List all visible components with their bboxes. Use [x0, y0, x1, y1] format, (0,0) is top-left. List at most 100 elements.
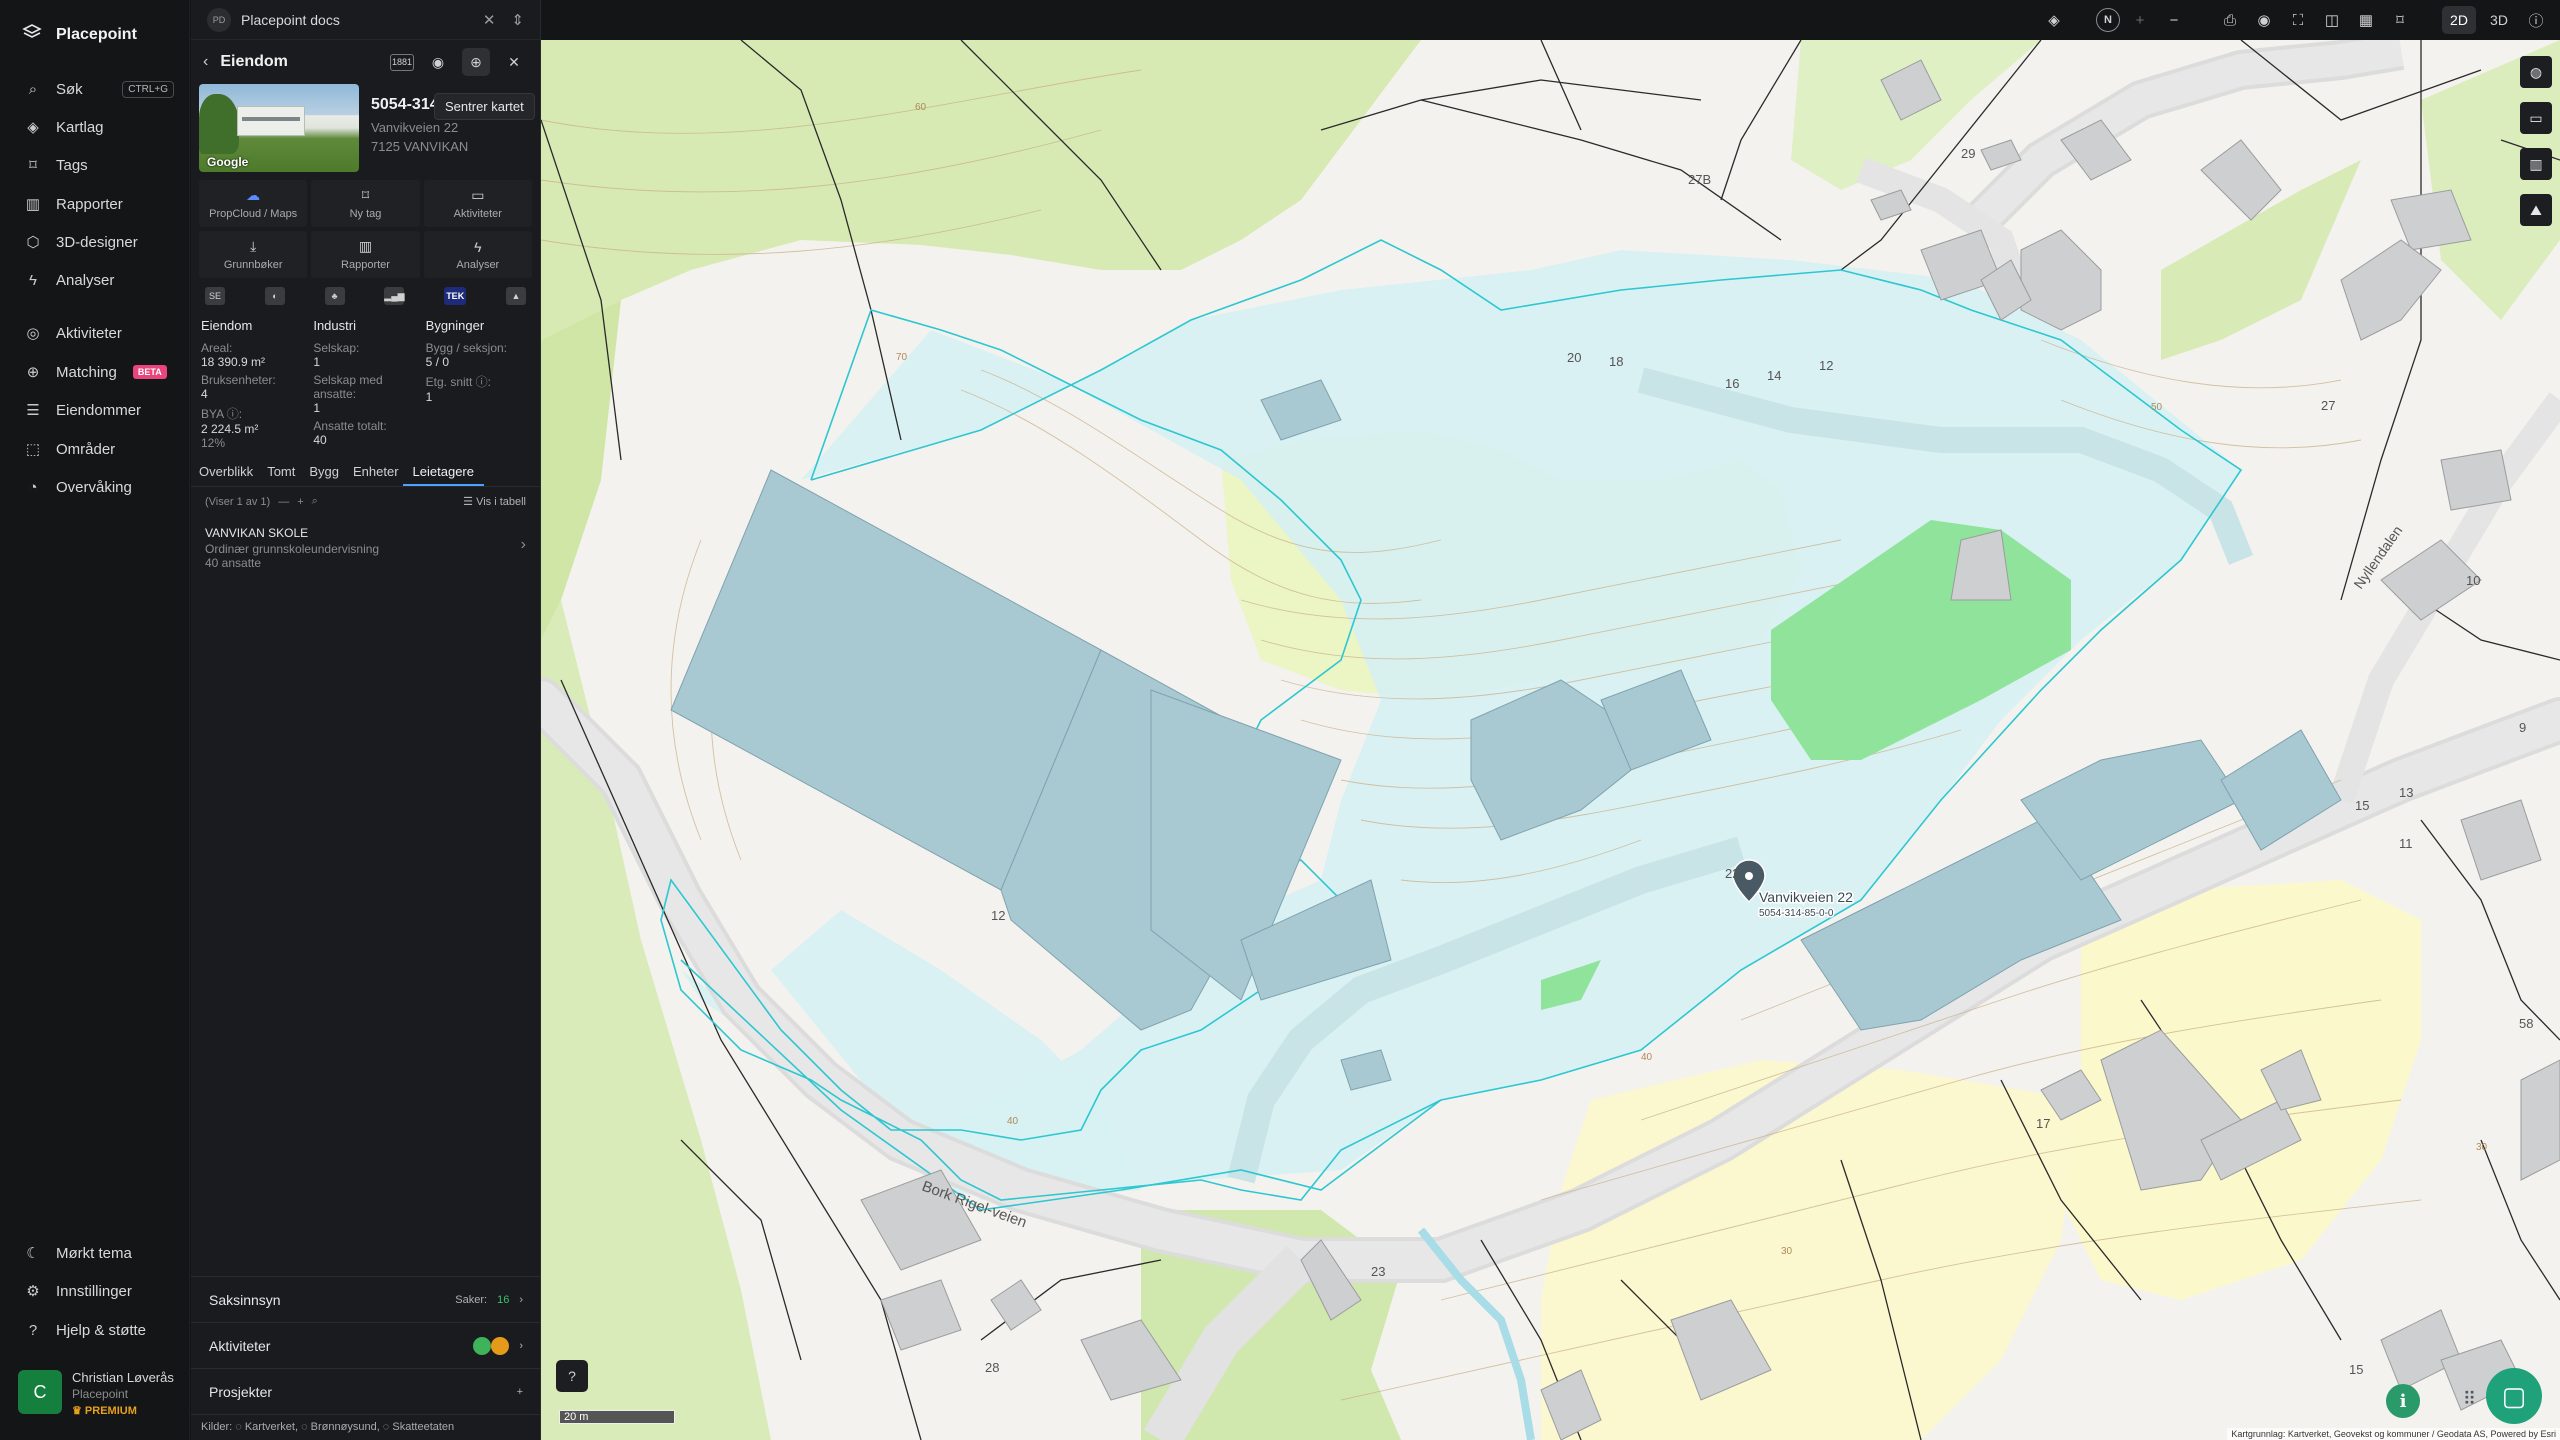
chat-icon[interactable]: ▢ — [2486, 1368, 2542, 1424]
print-icon[interactable]: ⎙ — [2216, 6, 2244, 34]
map-attribution: Kartgrunnlag: Kartverket, Geovekst og ko… — [2227, 1428, 2560, 1440]
elevation-icon[interactable]: ⛰ — [2520, 194, 2552, 226]
nav-item-kartlag[interactable]: ◈ Kartlag — [24, 114, 174, 140]
compass-icon[interactable]: N — [2096, 8, 2120, 32]
1881-button[interactable]: 1881 — [390, 53, 414, 71]
map-toolbar: ◈ N + − ⎙ ◉ ⛶ ◫ ▦ ⌑ 2D 3D ⓘ — [541, 0, 2560, 40]
nav-search[interactable]: ⌕ Søk CTRL+G — [24, 76, 174, 102]
grid-icon[interactable]: ▦ — [2352, 6, 2380, 34]
search-icon[interactable]: ⌕ — [312, 495, 318, 508]
nav-item-eiendommer[interactable]: ☰ Eiendommer — [24, 397, 174, 423]
action-propcloud[interactable]: ☁ PropCloud / Maps — [199, 180, 308, 227]
expand-icon[interactable]: ⇕ — [511, 11, 524, 29]
source-se[interactable]: SE — [205, 287, 225, 305]
house-number: 22 — [1725, 866, 1739, 881]
chart-icon: ▥ — [358, 238, 373, 254]
nav-help[interactable]: ? Hjelp & støtte — [24, 1317, 174, 1343]
close-icon[interactable]: ✕ — [483, 11, 496, 29]
close-icon[interactable]: ✕ — [500, 48, 528, 76]
tab-leietagere[interactable]: Leietagere — [402, 461, 484, 486]
eye-icon[interactable]: ◉ — [424, 48, 452, 76]
chart-icon[interactable]: ▥ — [2520, 148, 2552, 180]
eye-icon[interactable]: ◉ — [2250, 6, 2278, 34]
brand[interactable]: Placepoint — [22, 22, 137, 47]
nav-settings[interactable]: ⚙ Innstillinger — [24, 1278, 174, 1304]
source-tree[interactable]: ♣ — [324, 287, 345, 305]
center-map-icon[interactable]: ⊕ — [462, 48, 490, 76]
zoom-out-icon[interactable]: − — [2160, 6, 2188, 34]
mode-2d-button[interactable]: 2D — [2442, 6, 2476, 34]
nav-dark-theme[interactable]: ☾ Mørkt tema — [24, 1240, 174, 1266]
nav-item-omrader[interactable]: ⬚ Områder — [24, 436, 174, 462]
basemap-icon[interactable]: ◍ — [2520, 56, 2552, 88]
nav-item-label: Tags — [56, 156, 88, 174]
house-number: 12 — [1819, 358, 1833, 373]
doc-title[interactable]: Placepoint docs — [241, 12, 340, 28]
house-number: 27B — [1688, 172, 1711, 187]
nav-item-rapporter[interactable]: ▥ Rapporter — [24, 191, 174, 217]
marker-label: Vanvikveien 22 — [1759, 889, 1853, 905]
app-root: Placepoint ⌕ Søk CTRL+G ◈ Kartlag ⌑ Tags… — [0, 0, 2560, 1440]
nav-item-tags[interactable]: ⌑ Tags — [24, 152, 174, 178]
user-profile[interactable]: C Christian Løverås Placepoint ♛ PREMIUM — [18, 1370, 174, 1417]
drag-handle-icon[interactable]: ⠿ — [2463, 1389, 2476, 1410]
streetview-photo[interactable]: Google — [199, 84, 359, 172]
source-more[interactable]: ▲ — [505, 287, 526, 305]
nav-item-matching[interactable]: ⊕ Matching BETA — [24, 359, 174, 385]
marker-sublabel: 5054-314-85-0-0 — [1759, 908, 1834, 919]
view-table-button[interactable]: ☰ Vis i tabell — [463, 495, 526, 508]
nav-item-label: Analyser — [56, 271, 115, 289]
nav-item-3d-designer[interactable]: ⬡ 3D-designer — [24, 229, 174, 255]
gear-icon: ⚙ — [26, 1283, 40, 1300]
mode-3d-button[interactable]: 3D — [2482, 6, 2516, 34]
collapse-icon[interactable]: — — [278, 496, 289, 508]
list-item[interactable]: VANVIKAN SKOLE Ordinær grunnskoleundervi… — [191, 516, 540, 580]
zoom-in-icon[interactable]: + — [2126, 6, 2154, 34]
info-icon[interactable]: ⓘ — [2522, 6, 2550, 34]
action-activities[interactable]: ▭ Aktiviteter — [423, 180, 532, 227]
camera-icon[interactable]: ◫ — [2318, 6, 2346, 34]
source-row: SE ◐ ♣ ▂▄▆ TEK ▲ — [191, 278, 540, 314]
tab-enheter[interactable]: Enheter — [353, 461, 399, 486]
info-icon[interactable]: i — [2386, 1384, 2420, 1418]
fullscreen-icon[interactable]: ⛶ — [2284, 6, 2312, 34]
layers-3d-icon[interactable]: ◈ — [2040, 6, 2068, 34]
action-grunnboker[interactable]: ⤓ Grunnbøker — [199, 231, 308, 278]
cloud-icon: ☁ — [246, 187, 261, 203]
measure-icon[interactable]: ▭ — [2520, 102, 2552, 134]
source-bars[interactable]: ▂▄▆ — [384, 287, 405, 305]
map-svg[interactable]: Vanvikveien 22 5054-314-85-0-0 Bork Rige… — [541, 40, 2560, 1440]
search-shortcut: CTRL+G — [122, 80, 174, 98]
bookmark-icon[interactable]: ⌑ — [2386, 6, 2414, 34]
saksinnsyn-row[interactable]: Saksinnsyn Saker: 16 › — [191, 1276, 541, 1322]
action-reports[interactable]: ▥ Rapporter — [311, 231, 420, 278]
aktiviteter-row[interactable]: Aktiviteter › — [191, 1322, 541, 1368]
nav-item-label: Rapporter — [56, 195, 123, 213]
nav-item-aktiviteter[interactable]: ◎ Aktiviteter — [24, 320, 174, 346]
brand-name: Placepoint — [56, 25, 137, 43]
bolt-icon: ϟ — [474, 238, 482, 255]
nav-item-overvaking[interactable]: ◔ Overvåking — [24, 474, 174, 500]
source-tek[interactable]: TEK — [444, 287, 467, 305]
source-pie[interactable]: ◐ — [264, 287, 285, 305]
nav-item-analyser[interactable]: ϟ Analyser — [24, 267, 174, 293]
scale-label: 20 m — [559, 1410, 675, 1424]
nav-item-label: 3D-designer — [56, 233, 138, 251]
monitor-icon: ◔ — [28, 478, 38, 496]
house-number: 29 — [1961, 146, 1975, 161]
action-new-tag[interactable]: ⌑ Ny tag — [311, 180, 420, 227]
doc-bar: PD Placepoint docs ✕ ⇕ — [191, 0, 540, 40]
help-icon[interactable]: ? — [556, 1360, 588, 1392]
add-icon[interactable]: + — [517, 1386, 523, 1398]
stat-label: Ansatte totalt: — [313, 419, 387, 433]
tab-tomt[interactable]: Tomt — [267, 461, 295, 486]
add-icon[interactable]: + — [297, 496, 303, 508]
prosjekter-row[interactable]: Prosjekter + — [191, 1368, 541, 1414]
back-icon[interactable]: ‹ — [203, 53, 208, 71]
tab-bygg[interactable]: Bygg — [309, 461, 339, 486]
action-analyses[interactable]: ϟ Analyser — [423, 231, 532, 278]
view-table-label: Vis i tabell — [476, 496, 526, 508]
tab-overblikk[interactable]: Overblikk — [199, 461, 253, 486]
chevron-right-icon: › — [519, 1339, 523, 1352]
map-canvas[interactable]: Vanvikveien 22 5054-314-85-0-0 Bork Rige… — [541, 40, 2560, 1440]
